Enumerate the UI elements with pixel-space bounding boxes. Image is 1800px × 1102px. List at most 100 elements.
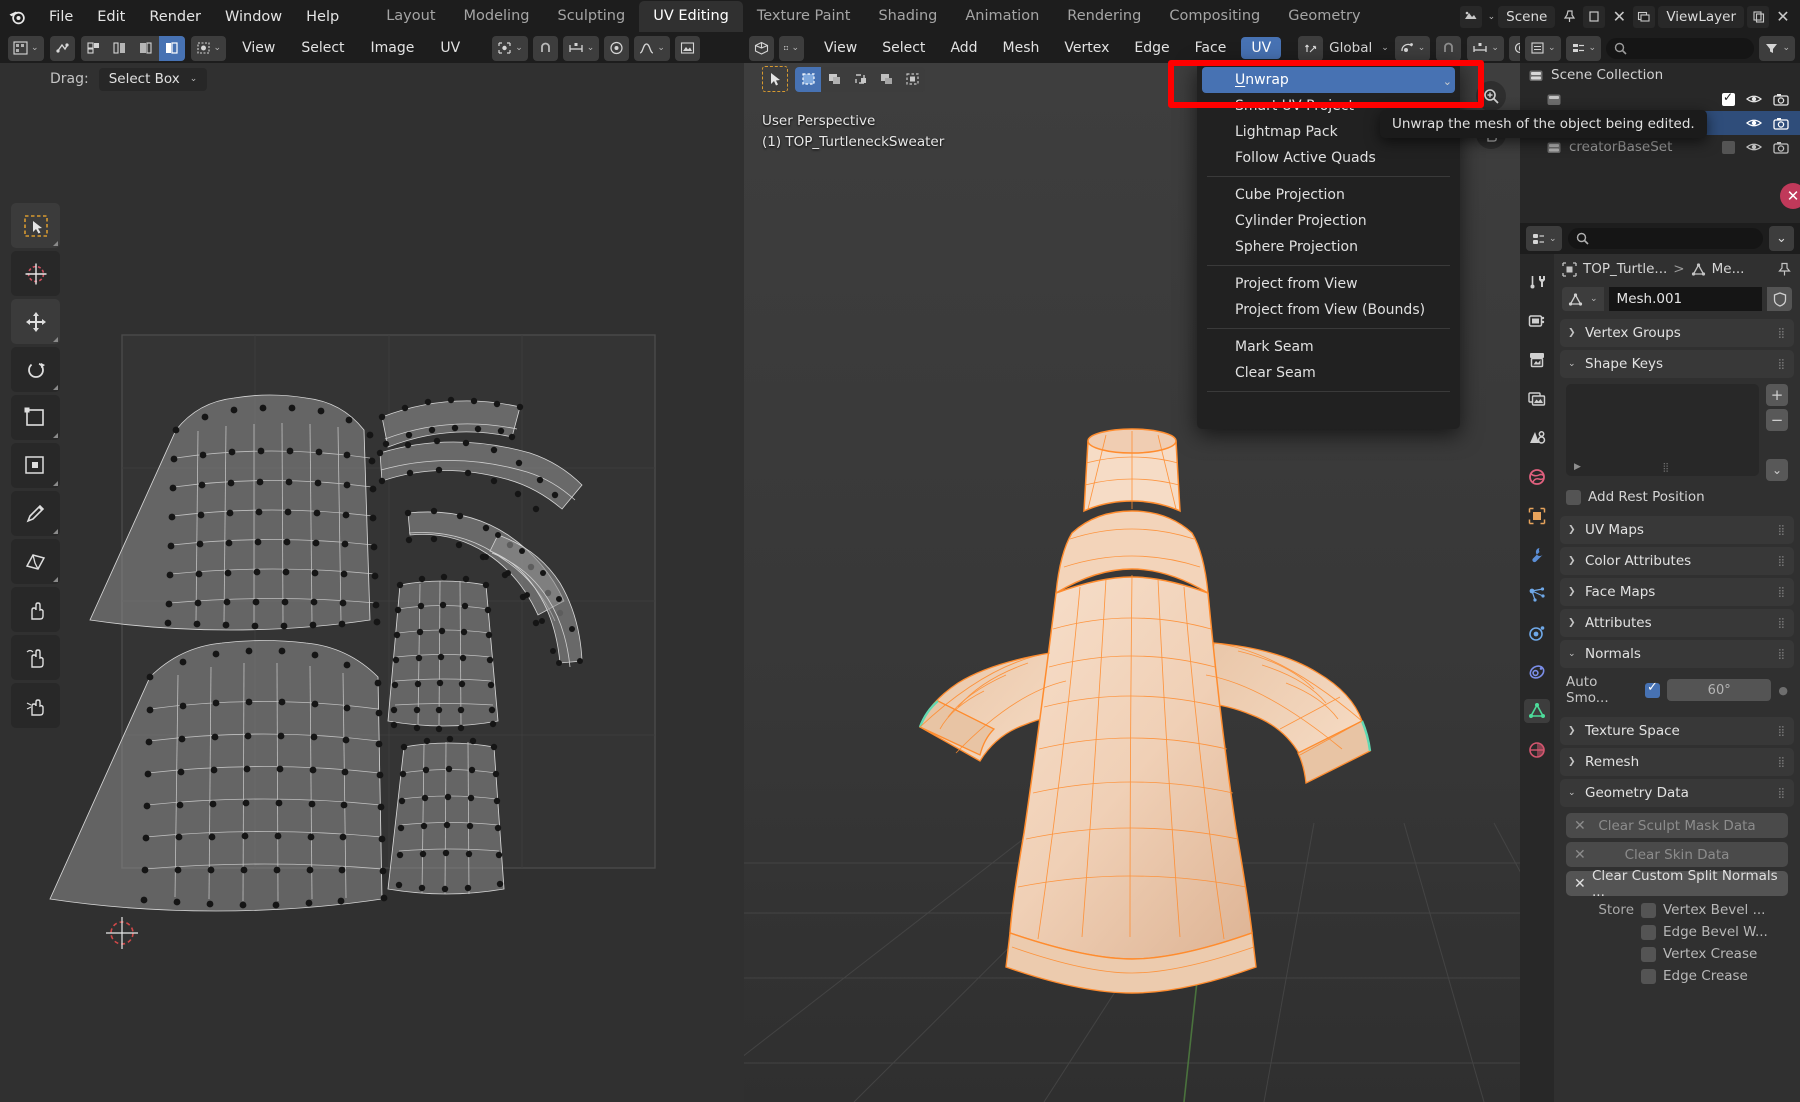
delete-viewlayer-icon[interactable]: ✕ (1772, 6, 1794, 28)
uv-tool-scale[interactable] (11, 395, 60, 440)
viewport-mode-icon[interactable]: ⌄ (779, 36, 804, 61)
breadcrumb-object-name[interactable]: TOP_Turtle... (1583, 261, 1667, 277)
uv-tool-rotate[interactable] (11, 347, 60, 392)
vertex-crease-checkbox[interactable] (1641, 947, 1656, 962)
outliner-row-collection[interactable] (1520, 87, 1800, 111)
uv-face-select-icon[interactable] (133, 36, 159, 61)
edge-bevel-weight-checkbox[interactable] (1641, 925, 1656, 940)
vp-tool-select-box[interactable] (795, 67, 821, 92)
properties-tab-particles[interactable] (1524, 582, 1550, 606)
uv-pivot-point-icon[interactable]: ⌄ (492, 36, 528, 61)
clear-custom-split-normals-button[interactable]: ✕ Clear Custom Split Normals ... (1566, 871, 1788, 896)
uv-menu-item-reset[interactable] (1197, 397, 1460, 423)
tab-texture-paint[interactable]: Texture Paint (743, 1, 865, 32)
grip-dots-icon[interactable]: ⣿ (1778, 589, 1786, 596)
properties-tab-physics[interactable] (1524, 621, 1550, 645)
uv-menu-item-clear-seam[interactable]: Clear Seam (1197, 360, 1460, 386)
eye-icon[interactable] (1746, 93, 1762, 105)
menu-edit[interactable]: Edit (86, 5, 136, 29)
properties-search-input[interactable] (1568, 228, 1763, 249)
panel-shape-keys-header[interactable]: ⌄ Shape Keys ⣿ (1560, 350, 1794, 378)
tab-geometry[interactable]: Geometry (1274, 1, 1374, 32)
clear-sculpt-mask-data-button[interactable]: ✕ Clear Sculpt Mask Data (1566, 813, 1788, 838)
pin-icon[interactable] (1558, 6, 1580, 28)
viewlayer-name-field[interactable]: ViewLayer (1658, 6, 1744, 28)
grip-dots-icon[interactable]: ⣿ (1778, 790, 1786, 797)
viewport-snap-target-icon[interactable]: ⌄ (1467, 36, 1504, 61)
viewport-menu-view[interactable]: View (814, 37, 867, 59)
tab-shading[interactable]: Shading (864, 1, 951, 32)
uv-menu-select[interactable]: Select (291, 37, 354, 59)
scene-name-field[interactable]: Scene (1498, 6, 1555, 28)
zoom-icon[interactable] (1476, 81, 1506, 111)
uv-editor-type-icon[interactable]: ⌄ (8, 36, 44, 61)
eye-icon[interactable] (1746, 117, 1762, 129)
properties-tab-output[interactable] (1524, 348, 1550, 372)
properties-tab-tool[interactable] (1524, 270, 1550, 294)
uv-island-select-icon[interactable] (159, 36, 185, 61)
tab-modeling[interactable]: Modeling (450, 1, 544, 32)
drag-mode-dropdown[interactable]: Select Box ⌄ (99, 68, 208, 91)
panel-attributes-header[interactable]: ❯ Attributes ⣿ (1560, 609, 1794, 637)
outliner-filter-icon[interactable]: ⌄ (1759, 36, 1795, 61)
properties-tab-constraints[interactable] (1524, 660, 1550, 684)
shape-keys-list[interactable]: ▶ ⣿ (1566, 384, 1759, 476)
viewport-menu-uv[interactable]: UV (1241, 37, 1281, 59)
uv-snap-target-icon[interactable]: ⌄ (563, 36, 600, 61)
camera-icon[interactable] (1773, 117, 1789, 130)
viewport-menu-edge[interactable]: Edge (1124, 37, 1179, 59)
panel-uv-maps-header[interactable]: ❯ UV Maps ⣿ (1560, 516, 1794, 544)
grip-dots-icon[interactable]: ⣿ (1778, 728, 1786, 735)
datablock-type-icon[interactable]: ⌄ (1562, 287, 1604, 311)
outliner-root-row[interactable]: Scene Collection (1520, 63, 1800, 87)
vp-tool-tweak[interactable] (762, 66, 788, 92)
properties-tab-data[interactable] (1524, 699, 1550, 723)
vertex-bevel-checkbox[interactable] (1641, 903, 1656, 918)
uv-menu-item-cylinder-projection[interactable]: Cylinder Projection (1197, 208, 1460, 234)
viewlayer-icon[interactable] (1633, 6, 1655, 28)
uv-menu-item-mark-seam[interactable]: Mark Seam (1197, 334, 1460, 360)
animate-property-dot-icon[interactable]: ● (1778, 684, 1788, 697)
grip-dots-icon[interactable]: ⣿ (1778, 651, 1786, 658)
tab-compositing[interactable]: Compositing (1155, 1, 1274, 32)
uv-menu-image[interactable]: Image (361, 37, 425, 59)
menu-render[interactable]: Render (138, 5, 212, 29)
vp-tool-select-extend[interactable] (873, 67, 899, 92)
delete-badge-icon[interactable]: ✕ (1780, 183, 1800, 209)
checkbox-icon[interactable] (1722, 93, 1735, 106)
uv-canvas[interactable] (0, 95, 744, 1102)
tab-layout[interactable]: Layout (372, 1, 449, 32)
auto-smooth-checkbox[interactable] (1645, 683, 1660, 698)
orientation-label[interactable]: Global (1329, 40, 1372, 56)
properties-tab-modifier[interactable] (1524, 543, 1550, 567)
viewport-pivot-icon[interactable]: ⌄ (1395, 36, 1431, 61)
uv-snap-magnet-icon[interactable] (533, 36, 558, 61)
uv-falloff-curve-icon[interactable]: ⌄ (634, 36, 670, 61)
uv-tool-tweak[interactable] (11, 203, 60, 248)
menu-window[interactable]: Window (214, 5, 293, 29)
viewport-snap-magnet-icon[interactable] (1436, 36, 1461, 61)
vp-tool-select-invert[interactable] (899, 67, 925, 92)
fake-user-shield-icon[interactable] (1767, 287, 1792, 311)
panel-geometry-data-header[interactable]: ⌄ Geometry Data ⣿ (1560, 779, 1794, 807)
vp-tool-select-lasso[interactable] (847, 67, 873, 92)
viewport-editor-type-icon[interactable] (749, 36, 774, 61)
uv-edge-select-icon[interactable] (107, 36, 133, 61)
shape-key-specials-chevron-icon[interactable]: ⌄ (1766, 459, 1788, 481)
grip-dots-icon[interactable]: ⣿ (1778, 527, 1786, 534)
properties-tab-viewlayer[interactable] (1524, 387, 1550, 411)
uv-menu-item-sphere-projection[interactable]: Sphere Projection (1197, 234, 1460, 260)
grip-dots-icon[interactable]: ⣿ (1778, 361, 1786, 368)
properties-tab-render[interactable] (1524, 309, 1550, 333)
outliner-row-creatorbaseset[interactable]: creatorBaseSet (1520, 135, 1800, 159)
add-shape-key-button[interactable]: + (1766, 384, 1788, 406)
uv-tool-grab[interactable] (11, 587, 60, 632)
close-scene-icon[interactable]: ✕ (1608, 6, 1630, 28)
viewport-menu-add[interactable]: Add (940, 37, 987, 59)
grip-dots-icon[interactable]: ⣿ (1778, 759, 1786, 766)
expand-triangle-icon[interactable]: ▶ (1574, 462, 1581, 472)
chevron-down-icon[interactable]: ⌄ (1443, 75, 1452, 88)
uv-tool-rip-region[interactable] (11, 539, 60, 584)
camera-icon[interactable] (1773, 141, 1789, 154)
properties-tab-object[interactable] (1524, 504, 1550, 528)
